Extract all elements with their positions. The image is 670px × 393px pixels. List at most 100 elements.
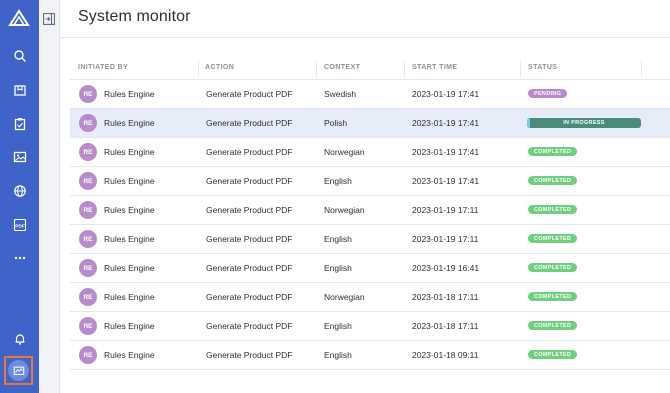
start-time-cell: 2023-01-18 09:11 [412, 350, 479, 360]
initiated-by-cell: Rules Engine [104, 292, 155, 302]
action-cell: Generate Product PDF [206, 350, 293, 360]
sidebar-item-localization[interactable] [0, 178, 39, 204]
avatar: RE [79, 201, 97, 219]
initiated-by-cell: Rules Engine [104, 321, 155, 331]
header-divider [60, 37, 670, 38]
context-cell: English [324, 321, 352, 331]
page-title: System monitor [78, 8, 191, 25]
context-cell: English [324, 176, 352, 186]
column-divider[interactable] [316, 61, 317, 76]
initiated-by-cell: Rules Engine [104, 263, 155, 273]
start-time-cell: 2023-01-18 17:11 [412, 292, 479, 302]
avatar: RE [79, 85, 97, 103]
context-cell: English [324, 350, 352, 360]
table-row[interactable]: RE Rules Engine Generate Product PDF Englis… [70, 341, 670, 370]
sidebar-item-notifications[interactable] [0, 326, 39, 352]
globe-icon [13, 185, 26, 197]
initiated-by-cell: Rules Engine [104, 234, 155, 244]
logo-icon[interactable] [8, 8, 30, 28]
action-cell: Generate Product PDF [206, 263, 293, 273]
search-icon [13, 50, 26, 62]
action-cell: Generate Product PDF [206, 176, 293, 186]
context-cell: Swedish [324, 89, 357, 99]
status-badge: COMPLETED [528, 292, 578, 301]
avatar: RE [79, 114, 97, 132]
table-row[interactable]: RE Rules Engine Generate Product PDF Swedis… [70, 80, 670, 109]
secondary-panel-strip [39, 0, 60, 393]
table-row[interactable]: RE Rules Engine Generate Product PDF Englis… [70, 254, 670, 283]
system-monitor-button[interactable] [8, 360, 29, 381]
table-row[interactable]: RE Rules Engine Generate Product PDF Norweg… [70, 196, 670, 225]
context-cell: Norwegian [324, 205, 365, 215]
sidebar-item-search[interactable] [0, 43, 39, 69]
table-row[interactable]: RE Rules Engine Generate Product PDF Englis… [70, 167, 670, 196]
initiated-by-cell: Rules Engine [104, 350, 155, 360]
avatar: RE [79, 230, 97, 248]
start-time-cell: 2023-01-19 17:41 [412, 176, 480, 186]
start-time-cell: 2023-01-18 17:11 [412, 321, 479, 331]
status-badge: COMPLETED [528, 147, 578, 156]
start-time-cell: 2023-01-19 16:41 [412, 263, 480, 273]
column-divider[interactable] [641, 61, 642, 76]
svg-text:PDF: PDF [15, 223, 25, 229]
start-time-cell: 2023-01-19 17:41 [412, 118, 480, 128]
action-cell: Generate Product PDF [206, 321, 293, 331]
avatar: RE [79, 346, 97, 364]
avatar: RE [79, 259, 97, 277]
start-time-cell: 2023-01-19 17:11 [412, 234, 479, 244]
context-cell: Norwegian [324, 292, 365, 302]
sidebar-item-media[interactable] [0, 144, 39, 170]
avatar: RE [79, 288, 97, 306]
status-badge: COMPLETED [528, 350, 578, 359]
start-time-cell: 2023-01-19 17:41 [412, 89, 480, 99]
status-badge: COMPLETED [528, 321, 578, 330]
column-header-start-time[interactable]: START TIME [412, 64, 457, 71]
column-header-action[interactable]: ACTION [205, 64, 234, 71]
start-time-cell: 2023-01-19 17:11 [412, 205, 479, 215]
status-badge: COMPLETED [528, 234, 578, 243]
avatar: RE [79, 172, 97, 190]
status-label: IN PROGRESS [563, 120, 605, 126]
initiated-by-cell: Rules Engine [104, 176, 155, 186]
clipboard-check-icon [14, 118, 25, 131]
sidebar-item-products[interactable] [0, 77, 39, 103]
column-header-context[interactable]: CONTEXT [324, 64, 360, 71]
context-cell: Norwegian [324, 147, 365, 157]
column-header-status[interactable]: STATUS [528, 64, 557, 71]
sidebar-item-more[interactable] [0, 245, 39, 271]
pdf-icon: PDF [13, 218, 26, 232]
more-icon [14, 256, 25, 260]
table-row[interactable]: RE Rules Engine Generate Product PDF Polish… [70, 109, 670, 138]
package-icon [13, 85, 26, 96]
column-header-initiated-by[interactable]: INITIATED BY [78, 64, 128, 71]
sidebar-item-tasks[interactable] [0, 111, 39, 137]
initiated-by-cell: Rules Engine [104, 147, 155, 157]
action-cell: Generate Product PDF [206, 89, 293, 99]
action-cell: Generate Product PDF [206, 234, 293, 244]
status-progress-bar: IN PROGRESS [527, 118, 641, 128]
bell-icon [15, 334, 24, 345]
initiated-by-cell: Rules Engine [104, 118, 155, 128]
table-body: RE Rules Engine Generate Product PDF Swedis… [70, 80, 670, 370]
system-monitor-icon [13, 366, 24, 375]
context-cell: Polish [324, 118, 348, 128]
sidebar-item-system-monitor[interactable] [4, 356, 33, 385]
table-row[interactable]: RE Rules Engine Generate Product PDF Norweg… [70, 283, 670, 312]
table-row[interactable]: RE Rules Engine Generate Product PDF Englis… [70, 225, 670, 254]
context-cell: English [324, 263, 352, 273]
table-row[interactable]: RE Rules Engine Generate Product PDF Norweg… [70, 138, 670, 167]
column-divider[interactable] [520, 61, 521, 76]
expand-panel-icon[interactable] [43, 13, 55, 25]
status-badge: COMPLETED [528, 263, 578, 272]
table-row[interactable]: RE Rules Engine Generate Product PDF Englis… [70, 312, 670, 341]
context-cell: English [324, 234, 352, 244]
column-divider[interactable] [404, 61, 405, 76]
action-cell: Generate Product PDF [206, 205, 293, 215]
sidebar: PDF [0, 0, 39, 393]
sidebar-item-pdf[interactable]: PDF [0, 212, 39, 238]
column-divider[interactable] [198, 61, 199, 76]
status-badge: PENDING [528, 89, 568, 98]
initiated-by-cell: Rules Engine [104, 205, 155, 215]
action-cell: Generate Product PDF [206, 147, 293, 157]
initiated-by-cell: Rules Engine [104, 89, 155, 99]
